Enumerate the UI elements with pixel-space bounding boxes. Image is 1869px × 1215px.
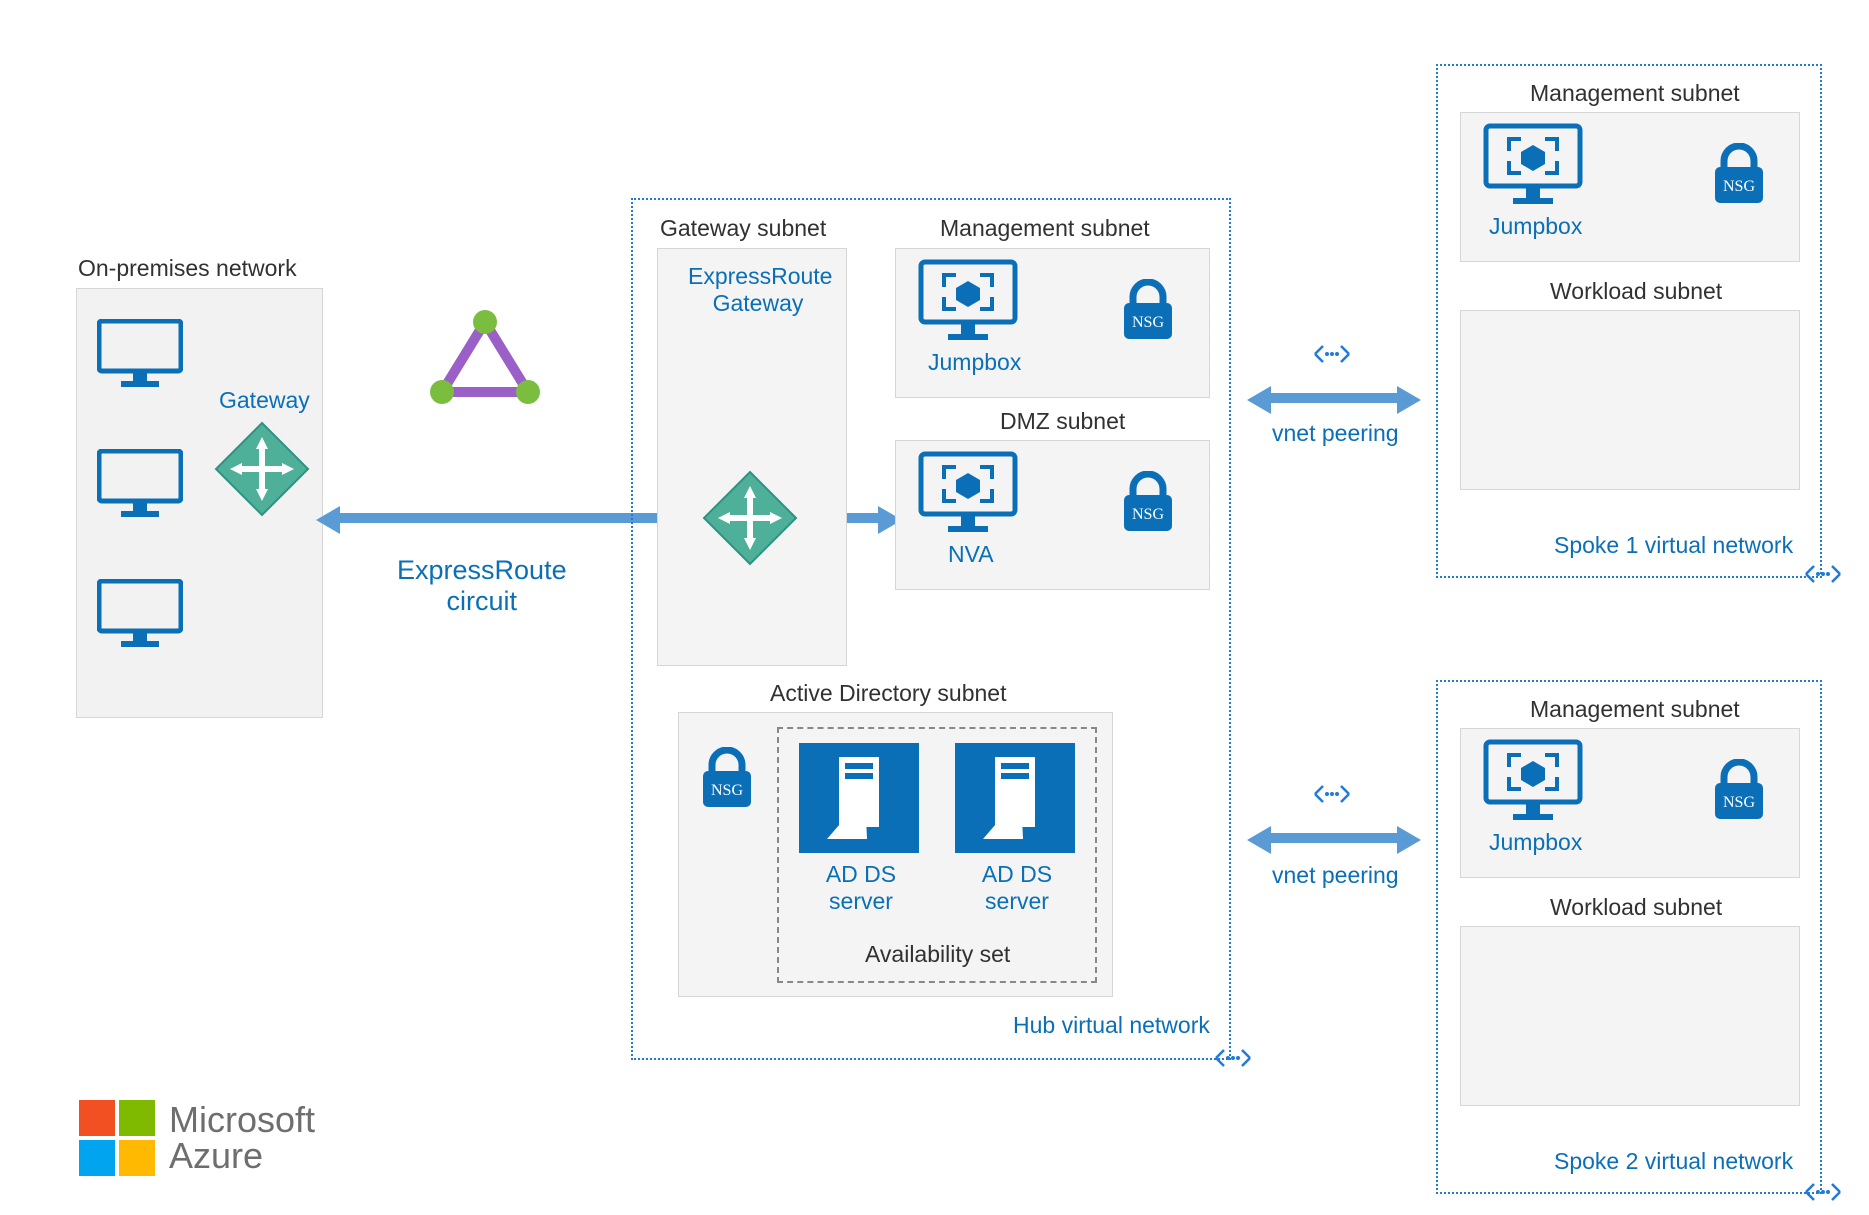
ad-subnet-label: Active Directory subnet — [770, 680, 1006, 707]
spoke2-workload-box — [1460, 926, 1800, 1106]
spoke2-mgmt-box: Jumpbox NSG — [1460, 728, 1800, 878]
nsg-lock-icon: NSG — [1118, 279, 1178, 341]
vnet-peering-label-bottom: vnet peering — [1272, 862, 1399, 889]
peering-icon — [1210, 1044, 1256, 1077]
availability-set-box: AD DS server AD DS server Availability s… — [777, 727, 1097, 983]
svg-text:NSG: NSG — [1132, 506, 1164, 523]
expressroute-circuit-label: ExpressRoute circuit — [397, 555, 567, 617]
nsg-lock-icon: NSG — [1709, 759, 1769, 821]
brand-product: Azure — [169, 1138, 315, 1174]
jumpbox-icon — [1483, 739, 1583, 823]
spoke1-jumpbox-label: Jumpbox — [1489, 213, 1582, 240]
monitor-icon — [97, 449, 183, 519]
jumpbox-icon — [918, 259, 1018, 343]
spoke1-mgmt-label: Management subnet — [1530, 80, 1740, 107]
hub-vnet-label: Hub virtual network — [1013, 1012, 1210, 1039]
svg-text:NSG: NSG — [711, 782, 743, 799]
arrow-peering-top — [1269, 393, 1399, 403]
peering-icon — [1309, 340, 1355, 373]
monitor-icon — [97, 579, 183, 649]
hub-mgmt-subnet-label: Management subnet — [940, 215, 1150, 242]
svg-text:NSG: NSG — [1723, 178, 1755, 195]
arrow-head-right — [1397, 386, 1421, 414]
arrow-head-right — [1397, 826, 1421, 854]
onprem-box: Gateway — [76, 288, 323, 718]
spoke1-mgmt-box: Jumpbox NSG — [1460, 112, 1800, 262]
spoke1-workload-label: Workload subnet — [1550, 278, 1722, 305]
svg-text:NSG: NSG — [1723, 794, 1755, 811]
peering-icon — [1800, 1178, 1846, 1211]
arrow-peering-bottom — [1269, 833, 1399, 843]
spoke2-workload-label: Workload subnet — [1550, 894, 1722, 921]
monitor-icon — [97, 319, 183, 389]
jumpbox-icon — [1483, 123, 1583, 207]
nsg-lock-icon: NSG — [697, 747, 757, 809]
hub-jumpbox-label: Jumpbox — [928, 349, 1021, 376]
brand-name: Microsoft — [169, 1102, 315, 1138]
ad-ds-server-tile — [799, 743, 919, 853]
nva-icon — [918, 451, 1018, 535]
spoke1-vnet-label: Spoke 1 virtual network — [1554, 532, 1793, 559]
gateway-subnet-box: ExpressRoute Gateway — [657, 248, 847, 666]
peering-icon — [1309, 780, 1355, 813]
dmz-subnet-label: DMZ subnet — [1000, 408, 1125, 435]
spoke1-workload-box — [1460, 310, 1800, 490]
ad-ds-label-2: AD DS server — [967, 861, 1067, 915]
ad-ds-label-1: AD DS server — [811, 861, 911, 915]
nsg-lock-icon: NSG — [1118, 471, 1178, 533]
expressroute-triangle-icon — [430, 310, 540, 410]
onprem-gateway-label: Gateway — [219, 387, 310, 414]
peering-icon — [1800, 560, 1846, 593]
ad-ds-server-tile — [955, 743, 1075, 853]
onprem-title: On-premises network — [78, 255, 297, 282]
arrow-head-left — [316, 506, 340, 534]
nva-label: NVA — [948, 541, 994, 568]
gateway-icon — [212, 419, 312, 519]
server-icon — [955, 743, 1075, 853]
azure-logo: Microsoft Azure — [79, 1100, 315, 1176]
ms-logo-squares — [79, 1100, 155, 1176]
arrow-head-left — [1247, 386, 1271, 414]
server-icon — [799, 743, 919, 853]
hub-mgmt-subnet-box: Jumpbox NSG — [895, 248, 1210, 398]
gateway-icon — [700, 468, 800, 568]
ad-subnet-box: NSG AD DS server AD DS server Availabili… — [678, 712, 1113, 997]
svg-text:NSG: NSG — [1132, 314, 1164, 331]
vnet-peering-label-top: vnet peering — [1272, 420, 1399, 447]
dmz-subnet-box: NVA NSG — [895, 440, 1210, 590]
availability-set-label: Availability set — [865, 941, 1010, 968]
spoke2-mgmt-label: Management subnet — [1530, 696, 1740, 723]
spoke2-vnet-label: Spoke 2 virtual network — [1554, 1148, 1793, 1175]
spoke2-jumpbox-label: Jumpbox — [1489, 829, 1582, 856]
expressroute-gateway-label: ExpressRoute Gateway — [688, 263, 828, 317]
arrow-head-left — [1247, 826, 1271, 854]
nsg-lock-icon: NSG — [1709, 143, 1769, 205]
gateway-subnet-label: Gateway subnet — [660, 215, 826, 242]
